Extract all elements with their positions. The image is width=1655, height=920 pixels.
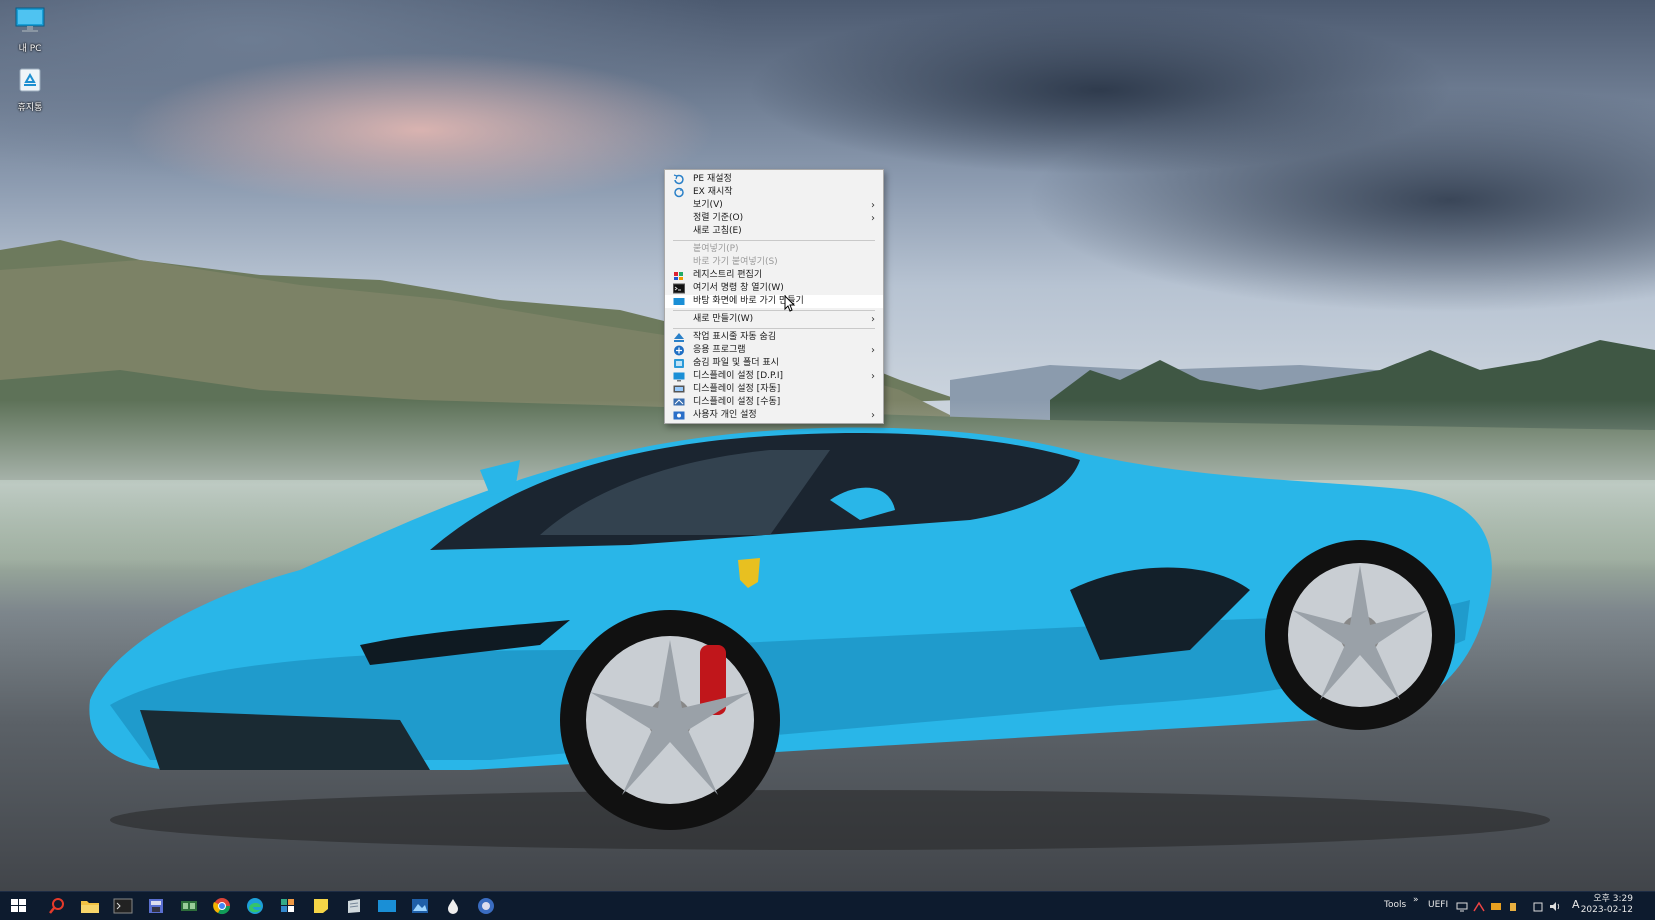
- recycle-bin-icon: [19, 68, 41, 92]
- notepad-icon[interactable]: [343, 896, 365, 916]
- sports-car-image: [89, 427, 1550, 850]
- menu-item-label: 디스플레이 설정 [수동]: [693, 397, 781, 407]
- menu-item-label: 작업 표시줄 자동 숨김: [693, 332, 777, 342]
- desktop-icon-label: 휴지통: [17, 103, 43, 113]
- file-explorer-icon[interactable]: [79, 896, 101, 916]
- menu-item-label: 디스플레이 설정 [자동]: [693, 384, 781, 394]
- display-auto-icon: [673, 385, 685, 393]
- pen-icon[interactable]: [1473, 901, 1485, 912]
- display-settings-icon[interactable]: [376, 896, 398, 916]
- volume-icon[interactable]: [1549, 901, 1561, 912]
- mouse-cursor-icon: [784, 295, 796, 312]
- display-dpi-icon: [673, 372, 685, 382]
- eject-icon[interactable]: [1532, 901, 1544, 912]
- menu-item-paste[interactable]: 붙여넣기(P): [665, 243, 883, 256]
- app-grid-icon[interactable]: [277, 896, 299, 916]
- edge-icon[interactable]: [244, 896, 266, 916]
- chevron-right-icon: ›: [871, 410, 875, 421]
- clock-date: 2023-02-12: [1580, 905, 1633, 915]
- menu-item-label: 여기서 명령 창 열기(W): [693, 283, 784, 293]
- menu-item-label: 디스플레이 설정 [D.P.I]: [693, 371, 784, 381]
- tray-tools-label[interactable]: Tools: [1384, 900, 1406, 910]
- chevron-right-icon: ›: [871, 345, 875, 356]
- menu-item-display-manual[interactable]: 디스플레이 설정 [수동]: [665, 396, 883, 409]
- search-icon[interactable]: [46, 896, 68, 916]
- menu-item-label: 붙여넣기(P): [693, 244, 739, 254]
- menu-item-label: 사용자 개인 설정: [693, 410, 757, 420]
- chrome-icon[interactable]: [211, 896, 233, 916]
- menu-item-label: 숨김 파일 및 폴더 표시: [693, 358, 779, 368]
- drop-tool-icon[interactable]: [442, 896, 464, 916]
- clock-time: 오후 3:29: [1593, 894, 1633, 904]
- taskbar-hide-icon: [674, 333, 684, 342]
- sticky-notes-icon[interactable]: [310, 896, 332, 916]
- setup-tool-icon[interactable]: [475, 896, 497, 916]
- desktop-icon-my-pc[interactable]: 내 PC: [0, 4, 60, 54]
- menu-item-open-cmd[interactable]: 여기서 명령 창 열기(W): [665, 282, 883, 295]
- menu-separator: [673, 310, 875, 311]
- menu-item-label: 응용 프로그램: [693, 345, 746, 355]
- tray-overflow-icon[interactable]: »: [1413, 895, 1419, 905]
- menu-item-label: EX 재시작: [693, 187, 733, 197]
- image-viewer-icon[interactable]: [409, 896, 431, 916]
- registry-icon: [674, 272, 683, 280]
- ime-indicator[interactable]: A: [1572, 898, 1580, 911]
- menu-item-create-shortcut[interactable]: 바탕 화면에 바로 가기 만들기: [665, 295, 883, 308]
- taskbar-clock[interactable]: 오후 3:29 2023-02-12: [1581, 894, 1633, 916]
- menu-item-label: 보기(V): [693, 200, 723, 210]
- hidden-files-icon: [674, 359, 684, 368]
- desktop-wallpaper: [0, 0, 1655, 920]
- refresh-icon: [673, 174, 684, 185]
- menu-item-label: 레지스트리 편집기: [693, 270, 763, 280]
- network-icon[interactable]: [1456, 901, 1468, 912]
- menu-item-pe-reset[interactable]: PE 재설정: [665, 173, 883, 186]
- cmd-icon: [673, 283, 685, 294]
- menu-item-view[interactable]: 보기(V) ›: [665, 199, 883, 212]
- menu-item-label: 새로 만들기(W): [693, 314, 754, 324]
- menu-item-applications[interactable]: 응용 프로그램 ›: [665, 344, 883, 357]
- chevron-right-icon: ›: [871, 371, 875, 382]
- shortcut-icon: [673, 298, 685, 305]
- hardware-info-icon[interactable]: [178, 896, 200, 916]
- menu-item-label: 바로 가기 붙여넣기(S): [693, 257, 778, 267]
- menu-item-display-dpi[interactable]: 디스플레이 설정 [D.P.I] ›: [665, 370, 883, 383]
- menu-item-registry-editor[interactable]: 레지스트리 편집기: [665, 269, 883, 282]
- menu-item-show-hidden-files[interactable]: 숨김 파일 및 폴더 표시: [665, 357, 883, 370]
- disk-tool-icon[interactable]: [145, 896, 167, 916]
- desktop-context-menu: PE 재설정 EX 재시작 보기(V) › 정렬 기준(O) › 새로 고침(E…: [664, 169, 884, 424]
- desktop-icon-label: 내 PC: [18, 44, 42, 54]
- menu-item-new[interactable]: 새로 만들기(W) ›: [665, 313, 883, 326]
- apps-icon: [674, 345, 684, 356]
- menu-item-sort-by[interactable]: 정렬 기준(O) ›: [665, 212, 883, 225]
- desktop-icon-recycle-bin[interactable]: 휴지통: [0, 63, 60, 113]
- menu-item-label: 새로 고침(E): [693, 226, 742, 236]
- taskbar: Tools » UEFI A 오후 3:29 2023-02-12: [0, 891, 1655, 920]
- tray-uefi-label[interactable]: UEFI: [1428, 900, 1448, 910]
- menu-item-display-auto[interactable]: 디스플레이 설정 [자동]: [665, 383, 883, 396]
- chevron-right-icon: ›: [871, 314, 875, 325]
- menu-item-ex-restart[interactable]: EX 재시작: [665, 186, 883, 199]
- usb-icon[interactable]: [1507, 901, 1519, 912]
- display-manual-icon: [673, 398, 685, 406]
- menu-item-paste-shortcut[interactable]: 바로 가기 붙여넣기(S): [665, 256, 883, 269]
- terminal-icon[interactable]: [112, 896, 134, 916]
- menu-item-taskbar-autohide[interactable]: 작업 표시줄 자동 숨김: [665, 331, 883, 344]
- menu-item-label: PE 재설정: [693, 174, 732, 184]
- menu-item-personalize[interactable]: 사용자 개인 설정 ›: [665, 409, 883, 422]
- app-tray-icon[interactable]: [1490, 901, 1502, 912]
- menu-separator: [673, 328, 875, 329]
- menu-item-label: 정렬 기준(O): [693, 213, 744, 223]
- personalize-icon: [673, 411, 685, 420]
- start-button-windows-icon[interactable]: [8, 896, 30, 916]
- menu-item-refresh[interactable]: 새로 고침(E): [665, 225, 883, 238]
- chevron-right-icon: ›: [871, 200, 875, 211]
- menu-separator: [673, 240, 875, 241]
- chevron-right-icon: ›: [871, 213, 875, 224]
- monitor-icon: [15, 7, 45, 32]
- restart-icon: [674, 187, 684, 198]
